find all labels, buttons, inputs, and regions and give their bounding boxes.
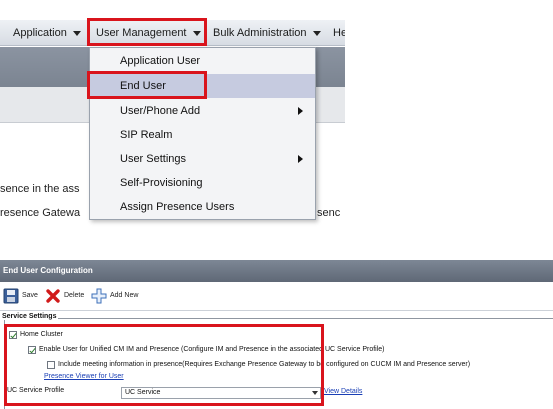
dropdown-item-label: User Settings [120, 153, 187, 165]
chevron-down-icon [312, 30, 321, 36]
add-new-label: Add New [110, 292, 139, 299]
save-button[interactable]: Save [3, 287, 41, 305]
view-details-link[interactable]: View Details [324, 388, 362, 395]
toolbar: Save Delete Add New [0, 283, 553, 311]
section-title: Service Settings [1, 313, 59, 320]
add-new-button[interactable]: Add New [91, 287, 143, 305]
dropdown-item-user-phone-add[interactable]: User/Phone Add [90, 99, 315, 123]
background-text-line2-right: senc [317, 207, 341, 219]
dropdown-item-assign-presence-users[interactable]: Assign Presence Users [90, 195, 315, 219]
delete-icon [46, 289, 60, 303]
menu-application-label: Application [13, 27, 67, 39]
dropdown-item-application-user[interactable]: Application User [90, 49, 315, 73]
delete-label: Delete [64, 292, 85, 299]
highlight-service-settings [4, 324, 324, 406]
dropdown-item-label: Application User [120, 55, 201, 67]
delete-button[interactable]: Delete [45, 287, 87, 305]
add-icon [91, 288, 107, 304]
dropdown-item-sip-realm[interactable]: SIP Realm [90, 123, 315, 147]
menu-help[interactable]: He [333, 20, 345, 46]
save-label: Save [22, 292, 38, 299]
background-text-line2: resence Gatewa [0, 207, 81, 219]
highlight-end-user [87, 71, 207, 99]
menu-help-label: He [333, 27, 345, 39]
chevron-right-icon [298, 107, 303, 115]
highlight-user-management [87, 18, 207, 46]
chevron-right-icon [298, 155, 303, 163]
save-icon [3, 288, 19, 304]
chevron-down-icon [72, 30, 81, 36]
dropdown-item-label: SIP Realm [120, 129, 173, 141]
menu-application[interactable]: Application [13, 20, 81, 46]
menu-bulk-administration-label: Bulk Administration [213, 27, 307, 39]
end-user-configuration-screenshot: End User Configuration Save Delete Add N… [0, 260, 553, 409]
dropdown-item-self-provisioning[interactable]: Self-Provisioning [90, 171, 315, 195]
menu-bulk-administration[interactable]: Bulk Administration [213, 20, 321, 46]
background-text-line1: sence in the ass [0, 183, 80, 195]
menu-screenshot: Application User Management Bulk Adminis… [0, 0, 345, 233]
dropdown-item-label: Assign Presence Users [120, 201, 235, 213]
dropdown-item-label: User/Phone Add [120, 105, 201, 117]
dropdown-item-label: Self-Provisioning [120, 177, 203, 189]
page-title: End User Configuration [0, 260, 553, 282]
dropdown-item-user-settings[interactable]: User Settings [90, 147, 315, 171]
